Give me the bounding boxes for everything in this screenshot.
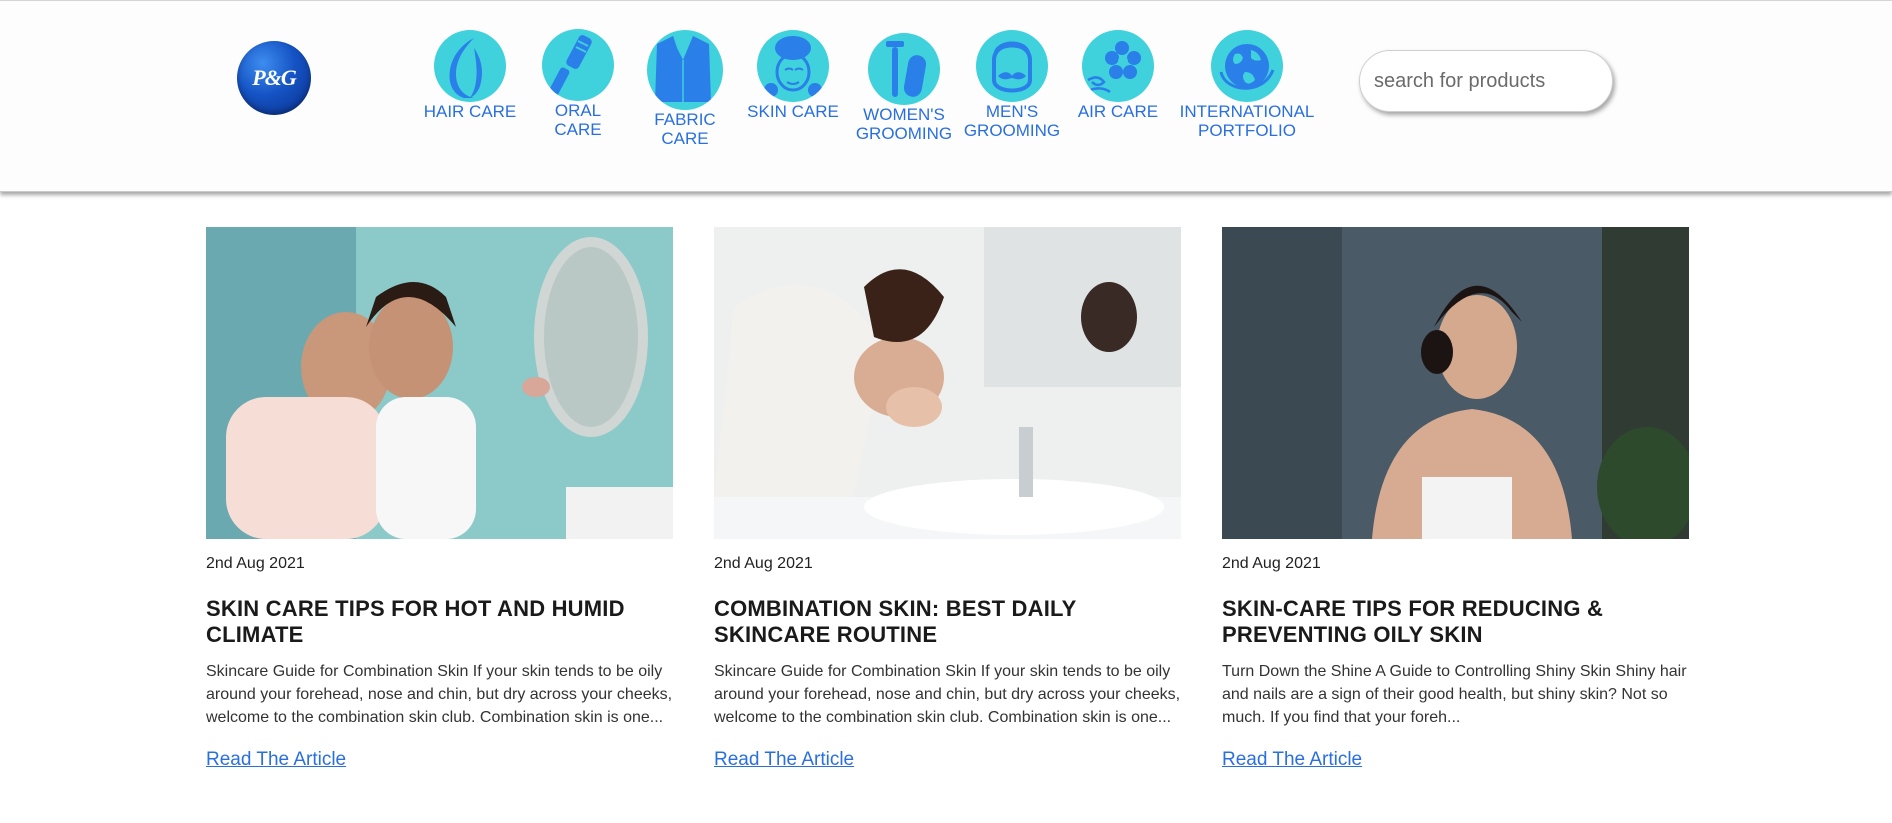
- article-card: 2nd Aug 2021 Skin-Care Tips for Reducing…: [1222, 227, 1689, 771]
- category-label: International Portfolio: [1179, 102, 1315, 140]
- article-date: 2nd Aug 2021: [1222, 555, 1321, 572]
- category-label: Women's Grooming: [855, 105, 953, 143]
- read-article-link[interactable]: Read The Article: [714, 749, 854, 771]
- category-international-portfolio[interactable]: International Portfolio: [1172, 30, 1322, 140]
- category-oral-care[interactable]: Oral Care: [530, 29, 626, 139]
- article-title: Combination Skin: Best Daily Skincare Ro…: [714, 596, 1077, 647]
- article-excerpt: Skincare Guide for Combination Skin If y…: [714, 663, 1181, 726]
- category-air-care[interactable]: Air Care: [1070, 30, 1166, 121]
- flower-breeze-icon: [1082, 30, 1154, 102]
- category-label: Air Care: [1077, 102, 1159, 121]
- shirt-icon: [647, 30, 723, 110]
- article-title: Skin-Care Tips for Reducing & Preventing…: [1222, 596, 1604, 647]
- article-card: 2nd Aug 2021 Combination Skin: Best Dail…: [714, 227, 1181, 771]
- toothbrush-icon: [542, 29, 614, 101]
- category-label: Oral Care: [554, 101, 602, 139]
- category-label: Men's Grooming: [963, 102, 1061, 140]
- site-header: P&G Hair Care Oral Care Fabric Care Skin…: [0, 1, 1892, 192]
- search-input[interactable]: [1359, 50, 1613, 112]
- logo-text: P&G: [252, 65, 296, 90]
- article-date: 2nd Aug 2021: [206, 555, 305, 572]
- read-article-link[interactable]: Read The Article: [206, 749, 346, 771]
- article-image[interactable]: [1222, 227, 1689, 539]
- razor-pad-icon: [868, 33, 940, 105]
- category-label: Skin Care: [747, 102, 839, 121]
- category-label: Fabric Care: [654, 110, 716, 148]
- category-mens-grooming[interactable]: Men's Grooming: [960, 30, 1064, 140]
- article-image[interactable]: [714, 227, 1181, 539]
- article-excerpt: Skincare Guide for Combination Skin If y…: [206, 663, 673, 726]
- read-article-link[interactable]: Read The Article: [1222, 749, 1362, 771]
- mustache-face-icon: [976, 30, 1048, 102]
- article-card: 2nd Aug 2021 Skin Care Tips for Hot and …: [206, 227, 673, 771]
- pg-logo[interactable]: P&G: [237, 41, 311, 115]
- category-skin-care[interactable]: Skin Care: [745, 30, 841, 121]
- globe-icon: [1211, 30, 1283, 102]
- hair-icon: [434, 30, 506, 102]
- category-womens-grooming[interactable]: Women's Grooming: [852, 33, 956, 143]
- category-hair-care[interactable]: Hair Care: [422, 30, 518, 121]
- category-label: Hair Care: [423, 102, 517, 121]
- article-date: 2nd Aug 2021: [714, 555, 813, 572]
- face-cream-icon: [757, 30, 829, 102]
- article-title: Skin Care Tips for Hot and Humid Climate: [206, 596, 625, 647]
- category-fabric-care[interactable]: Fabric Care: [637, 30, 733, 148]
- article-excerpt: Turn Down the Shine A Guide to Controlli…: [1222, 663, 1687, 726]
- article-image[interactable]: [206, 227, 673, 539]
